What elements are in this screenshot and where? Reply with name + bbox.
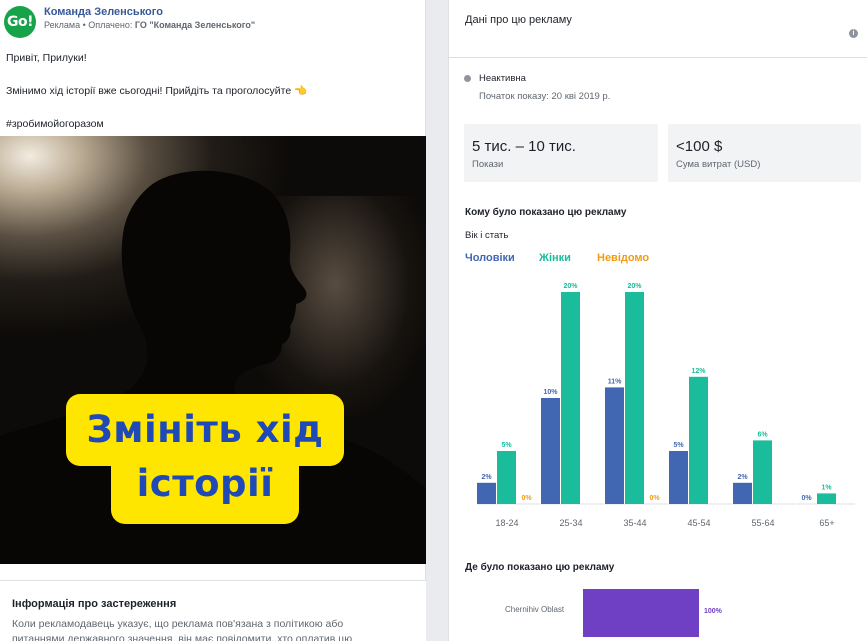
bar-55-64-0[interactable] [733, 482, 752, 504]
bar-label: 2% [481, 474, 492, 481]
bar-label: 11% [608, 378, 622, 385]
status-dot-icon [464, 75, 471, 82]
bar-label: 10% [543, 389, 558, 396]
bar-25-34-0[interactable] [541, 398, 560, 504]
x-tick-label: 35-44 [623, 518, 646, 528]
bar-label: 12% [691, 368, 706, 375]
bar-label: 20% [563, 283, 578, 290]
region-pct: 100% [704, 608, 722, 615]
sponsor-prefix: Реклама • Оплачено: [44, 20, 135, 30]
disclaimer-section: Інформація про застереження Коли рекламо… [0, 580, 426, 641]
bar-45-54-0[interactable] [669, 451, 688, 504]
x-tick-label: 45-54 [687, 518, 710, 528]
bar-label: 5% [673, 442, 684, 449]
spend-card: <100 $ Сума витрат (USD) [668, 124, 861, 182]
x-tick-label: 25-34 [559, 518, 582, 528]
legend-unknown[interactable]: Невідомо [597, 252, 649, 264]
bar-label: 0% [521, 495, 532, 502]
bar-label: 0% [649, 495, 660, 502]
region-name: Chernihiv Oblast [505, 605, 565, 614]
ad-image[interactable]: Змініть хід історії [0, 136, 426, 564]
banner-line-1: Змініть хід [86, 408, 324, 451]
impressions-card: 5 тис. – 10 тис. Покази [464, 124, 658, 182]
x-tick-label: 55-64 [751, 518, 774, 528]
bar-18-24-0[interactable] [477, 482, 496, 504]
bar-35-44-1[interactable] [625, 292, 644, 504]
audience-title: Кому було показано цю рекламу [465, 207, 627, 218]
bar-label: 6% [757, 431, 768, 438]
bar-35-44-0[interactable] [605, 387, 624, 504]
region-title: Де було показано цю рекламу [465, 562, 615, 573]
ad-banner: Змініть хід історії [66, 394, 344, 524]
divider [449, 57, 867, 58]
spend-label: Сума витрат (USD) [676, 159, 761, 170]
disclaimer-text: Коли рекламодавець указує, що реклама по… [12, 618, 353, 641]
bar-55-64-1[interactable] [753, 440, 772, 504]
disclaimer-title: Інформація про застереження [12, 598, 177, 610]
bar-25-34-1[interactable] [561, 292, 580, 504]
sponsor-line: Реклама • Оплачено: ГО "Команда Зеленськ… [44, 19, 255, 32]
x-tick-label: 65+ [819, 518, 834, 528]
bar-65+-1[interactable] [817, 493, 836, 504]
ad-hashtag[interactable]: #зробимойогоразом [6, 118, 307, 131]
x-tick-label: 18-24 [495, 518, 518, 528]
age-gender-label: Вік і стать [465, 230, 509, 241]
start-date: Початок показу: 20 квi 2019 р. [479, 91, 611, 102]
bar-label: 1% [821, 484, 832, 491]
legend-men[interactable]: Чоловіки [465, 252, 515, 264]
ad-text: Привіт, Прилуки! Змінимо хід історії вже… [6, 52, 307, 131]
bar-label: 2% [737, 474, 748, 481]
bar-label: 5% [501, 442, 512, 449]
bar-label: 20% [627, 283, 642, 290]
banner-line-2: історії [136, 462, 274, 505]
region-bar[interactable] [583, 589, 699, 637]
bar-45-54-1[interactable] [689, 376, 708, 504]
page-name-link[interactable]: Команда Зеленського [44, 6, 255, 19]
age-gender-chart: 2% 5% 0% 18-24 10% 20% 25-34 11% 20% 0% 35-44 5% 12%… [477, 283, 855, 528]
spend-value: <100 $ [676, 138, 723, 155]
bar-18-24-1[interactable] [497, 451, 516, 504]
bar-label: 0% [801, 495, 812, 502]
info-icon[interactable]: i [849, 29, 858, 38]
sponsor-name: ГО "Команда Зеленського" [134, 20, 256, 30]
ad-info-panel: Дані про цю рекламу i Неактивна Початок … [448, 0, 867, 641]
ad-preview: Go! Команда Зеленського Реклама • Оплаче… [0, 0, 426, 641]
page-logo[interactable]: Go! [4, 6, 36, 38]
legend-women[interactable]: Жінки [539, 252, 571, 264]
status-text: Неактивна [479, 73, 526, 84]
ad-greeting: Привіт, Прилуки! [6, 52, 87, 64]
info-title: Дані про цю рекламу [465, 14, 572, 26]
impressions-label: Покази [472, 159, 504, 170]
ad-header: Go! Команда Зеленського Реклама • Оплаче… [4, 6, 255, 38]
impressions-value: 5 тис. – 10 тис. [472, 138, 576, 155]
ad-message: Змінимо хід історії вже сьогодні! Прийді… [6, 85, 308, 97]
